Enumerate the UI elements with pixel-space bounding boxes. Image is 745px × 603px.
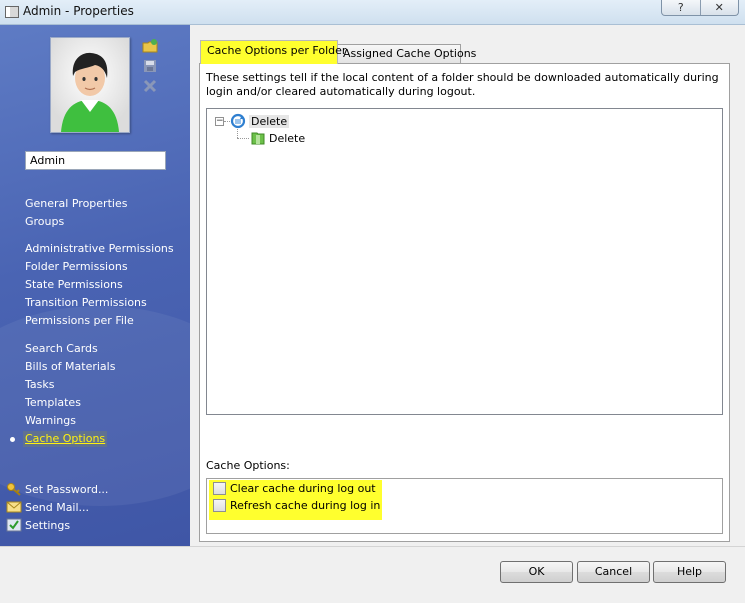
tab-cache-options-per-folder[interactable]: Cache Options per Folder [200, 40, 346, 64]
collapse-icon[interactable]: − [215, 116, 224, 126]
tab-assigned-cache-options[interactable]: Assigned Cache Options [336, 44, 476, 63]
tree-node-child-label: Delete [269, 131, 306, 145]
sidebar-item-general-properties[interactable]: General Properties [25, 196, 127, 212]
settings-check-icon [6, 517, 22, 533]
cache-options-group: Clear cache during log out Refresh cache… [206, 478, 723, 534]
panel-description: These settings tell if the local content… [206, 71, 719, 98]
refresh-cache-checkbox[interactable] [213, 499, 226, 512]
tree-node-root[interactable]: − Delete [215, 113, 290, 129]
window-client: General Properties Groups Administrative… [0, 25, 745, 603]
sidebar-item-transition-permissions[interactable]: Transition Permissions [25, 295, 147, 311]
footer-divider [0, 546, 745, 547]
save-icon[interactable] [142, 58, 158, 74]
user-avatar-icon [51, 38, 129, 132]
sidebar-item-administrative-permissions[interactable]: Administrative Permissions [25, 241, 174, 257]
folder-icon [251, 132, 265, 145]
send-mail-link[interactable]: Send Mail... [6, 499, 89, 515]
sidebar-item-folder-permissions[interactable]: Folder Permissions [25, 259, 128, 275]
sidebar-item-tasks[interactable]: Tasks [25, 377, 54, 393]
user-name-field[interactable] [25, 151, 166, 170]
clear-cache-option[interactable]: Clear cache during log out [213, 482, 376, 495]
window-title: Admin - Properties [23, 4, 134, 18]
close-icon[interactable]: ✕ [699, 0, 739, 15]
settings-label: Settings [25, 518, 71, 532]
mail-icon [6, 499, 22, 515]
delete-icon[interactable] [142, 78, 158, 94]
tree-node-child[interactable]: Delete [250, 130, 305, 146]
help-button[interactable]: Help [653, 561, 726, 583]
help-icon[interactable]: ? [662, 0, 700, 15]
active-bullet [10, 437, 15, 442]
tree-connector-v [237, 129, 238, 138]
folder-add-icon[interactable] [142, 38, 158, 54]
sidebar-item-cache-options[interactable]: Cache Options [23, 431, 108, 447]
send-mail-label: Send Mail... [25, 500, 90, 514]
sidebar-item-bills-of-materials[interactable]: Bills of Materials [25, 359, 115, 375]
key-icon [6, 481, 22, 497]
sidebar-item-permissions-per-file[interactable]: Permissions per File [25, 313, 134, 329]
sidebar-item-groups[interactable]: Groups [25, 214, 64, 230]
refresh-cache-option[interactable]: Refresh cache during log in [213, 499, 380, 512]
tree-connector-h [237, 138, 249, 139]
cancel-button[interactable]: Cancel [577, 561, 650, 583]
clear-cache-checkbox[interactable] [213, 482, 226, 495]
title-bar: Admin - Properties ? ✕ [0, 0, 745, 25]
vault-refresh-icon [230, 113, 246, 129]
ok-button[interactable]: OK [500, 561, 573, 583]
tab-panel: These settings tell if the local content… [199, 63, 730, 542]
set-password-label: Set Password... [25, 482, 109, 496]
avatar [50, 37, 130, 133]
settings-link[interactable]: Settings [6, 517, 70, 533]
sidebar-item-state-permissions[interactable]: State Permissions [25, 277, 123, 293]
window-icon [5, 6, 19, 18]
sidebar-tools [142, 38, 158, 98]
sidebar-item-warnings[interactable]: Warnings [25, 413, 76, 429]
sidebar: General Properties Groups Administrative… [0, 25, 190, 546]
folder-tree[interactable]: − Delete Delete [206, 108, 723, 415]
set-password-link[interactable]: Set Password... [6, 481, 108, 497]
window-controls: ? ✕ [661, 0, 739, 16]
tree-node-root-label: Delete [249, 114, 290, 128]
clear-cache-label: Clear cache during log out [230, 482, 376, 495]
cache-options-label: Cache Options: [206, 459, 290, 472]
sidebar-item-search-cards[interactable]: Search Cards [25, 341, 98, 357]
sidebar-item-templates[interactable]: Templates [25, 395, 81, 411]
refresh-cache-label: Refresh cache during log in [230, 499, 381, 512]
